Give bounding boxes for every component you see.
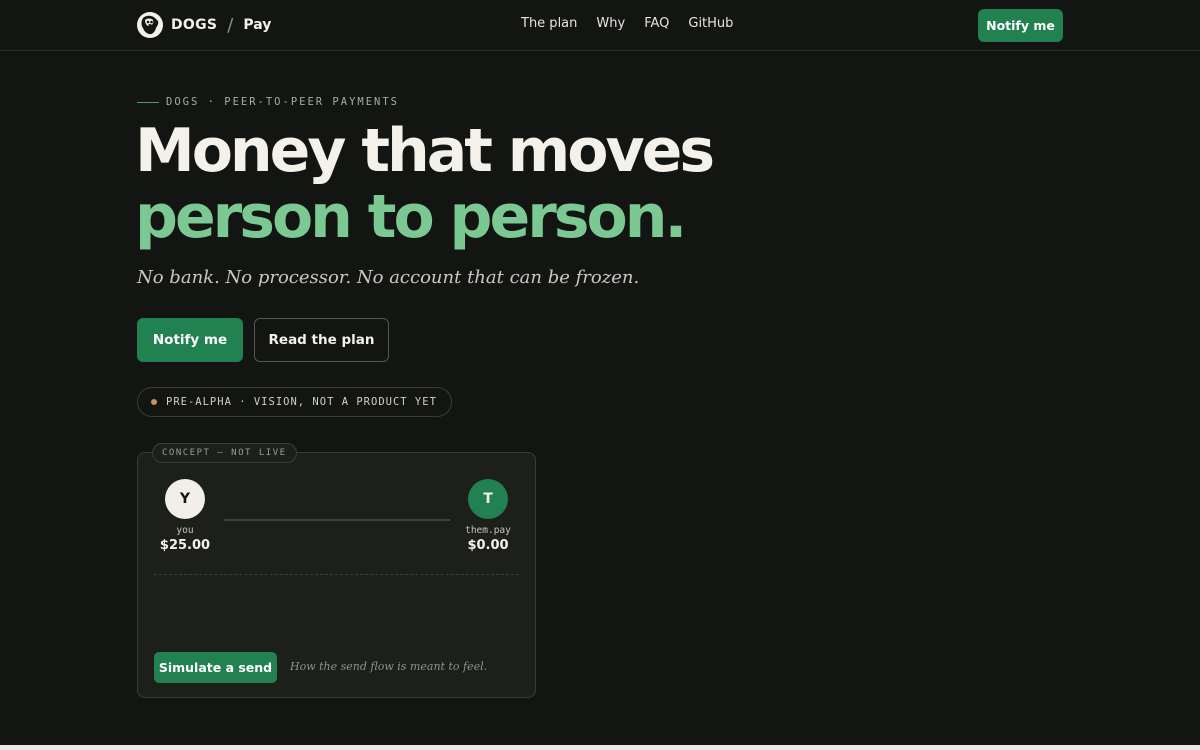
sender-avatar: Y [165, 479, 205, 519]
receiver-party: T them.pay $0.00 [458, 479, 518, 553]
status-badge: PRE-ALPHA · VISION, NOT A PRODUCT YET [137, 387, 452, 417]
sender-label: you [176, 525, 194, 536]
receiver-avatar: T [468, 479, 508, 519]
receiver-label: them.pay [465, 525, 511, 536]
receiver-amount: $0.00 [467, 538, 509, 553]
top-nav: DOGS / Pay The plan Why FAQ GitHub Notif… [0, 0, 1200, 51]
headline-line-1: Money that moves [135, 116, 715, 186]
hero-subtitle: No bank. No processor. No account that c… [137, 267, 640, 288]
nav-notify-button[interactable]: Notify me [978, 9, 1063, 42]
eyebrow-text: DOGS · PEER-TO-PEER PAYMENTS [166, 96, 400, 108]
brand-separator: / [227, 14, 234, 36]
brand-name: DOGS [171, 17, 218, 33]
headline-line-2: person to person. [135, 182, 687, 252]
notify-me-button[interactable]: Notify me [137, 318, 243, 362]
brand[interactable]: DOGS / Pay [137, 11, 271, 39]
nav-link-faq[interactable]: FAQ [644, 16, 669, 31]
card-divider [154, 574, 519, 575]
nav-link-the-plan[interactable]: The plan [521, 16, 577, 31]
sender-party: Y you $25.00 [160, 479, 210, 553]
status-dot-icon [151, 399, 157, 405]
concept-tag: CONCEPT — NOT LIVE [152, 443, 297, 463]
nav-links: The plan Why FAQ GitHub [521, 16, 752, 31]
brand-product: Pay [243, 17, 272, 33]
status-text: PRE-ALPHA · VISION, NOT A PRODUCT YET [166, 396, 437, 408]
sender-amount: $25.00 [159, 538, 211, 553]
transfer-track [224, 519, 450, 521]
read-the-plan-button[interactable]: Read the plan [254, 318, 389, 362]
simulate-send-button[interactable]: Simulate a send [154, 652, 277, 683]
dog-head-icon [137, 12, 163, 38]
simulate-note: How the send flow is meant to feel. [290, 660, 488, 673]
hero-eyebrow: DOGS · PEER-TO-PEER PAYMENTS [137, 96, 399, 108]
nav-link-why[interactable]: Why [596, 16, 625, 31]
hero-headline: Money that moves person to person. [135, 116, 715, 252]
nav-link-github[interactable]: GitHub [688, 16, 733, 31]
next-section-edge [0, 745, 1200, 750]
eyebrow-line [137, 101, 159, 103]
